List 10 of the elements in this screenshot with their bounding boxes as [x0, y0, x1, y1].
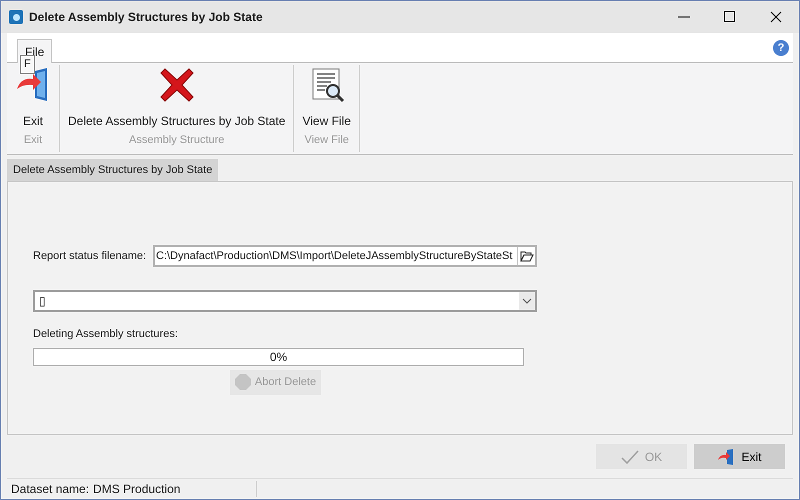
progress-label: Deleting Assembly structures: — [33, 327, 179, 342]
field-label: Report status filename: — [33, 248, 148, 264]
window-title: Delete Assembly Structures by Job State — [29, 9, 264, 26]
status-label: Dataset name: — [11, 481, 90, 498]
group-label: Exit — [24, 132, 42, 148]
status-value: DMS Production — [93, 481, 180, 498]
group-label: View File — [304, 132, 349, 148]
progress-bar: 0% — [33, 348, 524, 366]
group-label: Assembly Structure — [129, 132, 224, 148]
key-tip-tooltip: F — [20, 55, 35, 74]
